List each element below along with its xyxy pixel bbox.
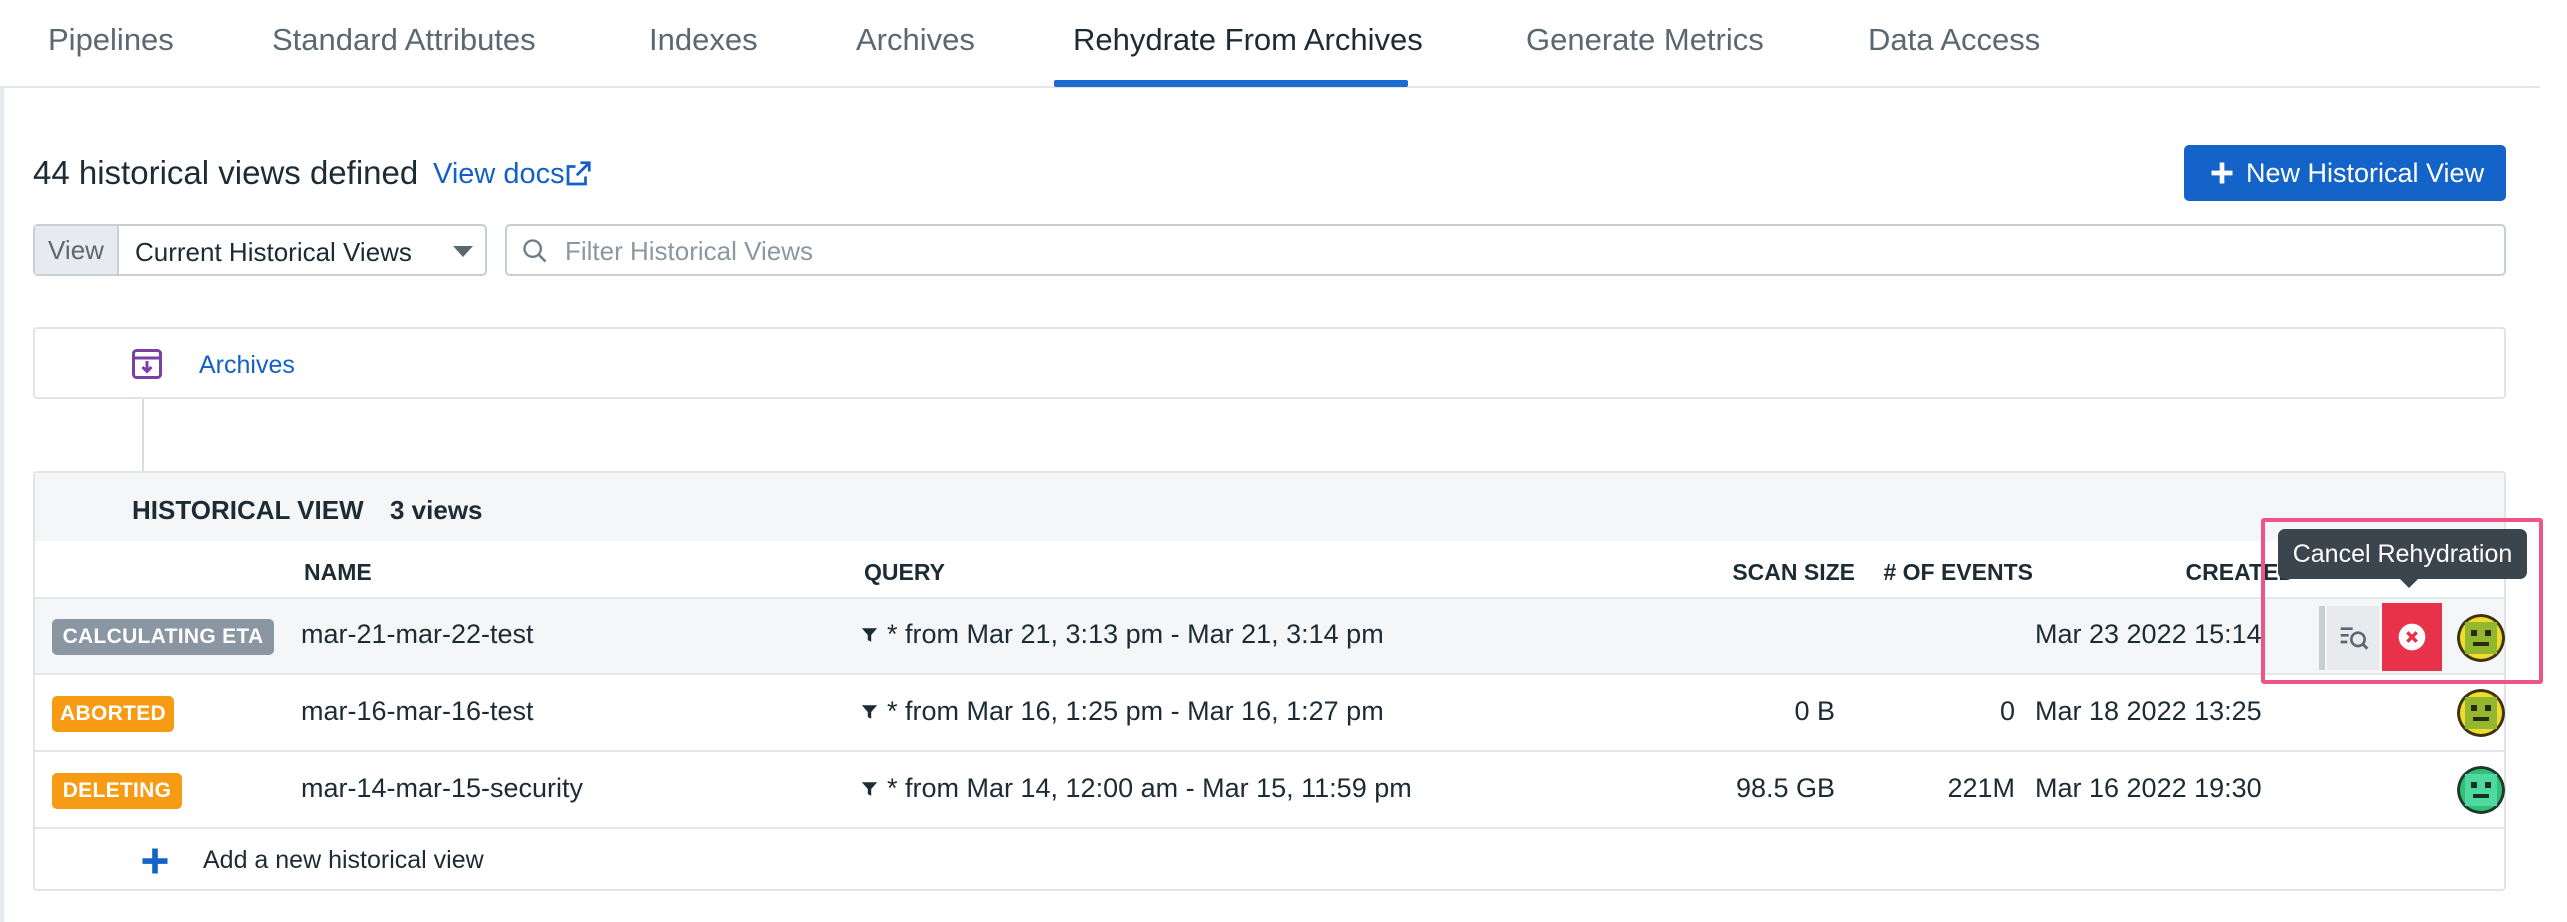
chevron-down-icon — [453, 246, 473, 257]
col-events[interactable]: # OF EVENTS — [1835, 559, 2033, 586]
row-query: * from Mar 14, 12:00 am - Mar 15, 11:59 … — [887, 773, 1412, 803]
highlight-box — [2261, 518, 2543, 684]
filter-funnel-icon — [861, 705, 878, 719]
row-query: * from Mar 21, 3:13 pm - Mar 21, 3:14 pm — [887, 619, 1384, 649]
page-title: 44 historical views defined — [33, 154, 419, 191]
row-events: 221M — [1947, 773, 2015, 803]
status-badge: DELETING — [52, 773, 182, 809]
tab-standard-attributes[interactable]: Standard Attributes — [272, 22, 536, 58]
archive-icon — [132, 349, 162, 379]
view-selector[interactable]: View Current Historical Views — [33, 224, 487, 276]
historical-view-table: HISTORICAL VIEW 3 views NAME QUERY SCAN … — [33, 471, 2506, 891]
plus-icon — [2211, 162, 2233, 184]
archives-link[interactable]: Archives — [199, 351, 295, 380]
archives-node: Archives — [33, 327, 2506, 399]
filter-input[interactable] — [563, 232, 2467, 270]
view-selector-label: View — [35, 226, 119, 274]
row-scan-size: 0 B — [1794, 696, 1835, 726]
row-name[interactable]: mar-16-mar-16-test — [301, 696, 534, 727]
tab-rehydrate-from-archives[interactable]: Rehydrate From Archives — [1073, 22, 1423, 58]
row-name[interactable]: mar-14-mar-15-security — [301, 773, 583, 804]
new-historical-view-label: New Historical View — [2246, 158, 2485, 188]
tab-generate-metrics[interactable]: Generate Metrics — [1526, 22, 1764, 58]
row-scan-size: 98.5 GB — [1735, 773, 1835, 803]
search-icon — [523, 239, 547, 263]
status-badge: CALCULATING ETA — [52, 619, 274, 655]
row-created: Mar 23 2022 15:14 — [2035, 619, 2262, 649]
user-avatar-icon[interactable] — [2457, 689, 2505, 737]
status-badge: ABORTED — [52, 696, 174, 732]
table-title: HISTORICAL VIEW — [132, 495, 364, 525]
tab-data-access[interactable]: Data Access — [1868, 22, 2040, 58]
view-selector-value: Current Historical Views — [135, 237, 412, 267]
col-scan-size[interactable]: SCAN SIZE — [1675, 559, 1855, 586]
tab-archives[interactable]: Archives — [856, 22, 975, 58]
divider — [35, 827, 2504, 829]
filter-funnel-icon — [861, 782, 878, 796]
plus-icon[interactable] — [140, 846, 170, 876]
filter-funnel-icon — [861, 628, 878, 642]
row-query: * from Mar 16, 1:25 pm - Mar 16, 1:27 pm — [887, 696, 1384, 726]
view-docs-link[interactable]: View docs — [433, 158, 565, 191]
add-historical-view-link[interactable]: Add a new historical view — [203, 846, 484, 875]
table-header: HISTORICAL VIEW 3 views — [35, 473, 2504, 541]
active-tab-indicator — [1054, 80, 1408, 87]
left-divider — [0, 88, 4, 922]
filter-historical-views[interactable] — [505, 224, 2506, 276]
divider — [35, 750, 2504, 752]
external-link-icon[interactable] — [563, 159, 593, 189]
divider — [35, 673, 2504, 675]
col-query[interactable]: QUERY — [864, 559, 945, 586]
table-count: 3 views — [390, 495, 483, 525]
row-created: Mar 18 2022 13:25 — [2035, 696, 2262, 726]
new-historical-view-button[interactable]: New Historical View — [2184, 145, 2506, 201]
row-events: 0 — [1999, 696, 2015, 726]
row-name[interactable]: mar-21-mar-22-test — [301, 619, 534, 650]
tab-pipelines[interactable]: Pipelines — [48, 22, 174, 58]
connector-line — [142, 399, 144, 471]
tab-bar: Pipelines Standard Attributes Indexes Ar… — [0, 0, 2540, 88]
row-created: Mar 16 2022 19:30 — [2035, 773, 2262, 803]
tab-indexes[interactable]: Indexes — [649, 22, 758, 58]
col-name[interactable]: NAME — [304, 559, 372, 586]
user-avatar-icon[interactable] — [2457, 766, 2505, 814]
